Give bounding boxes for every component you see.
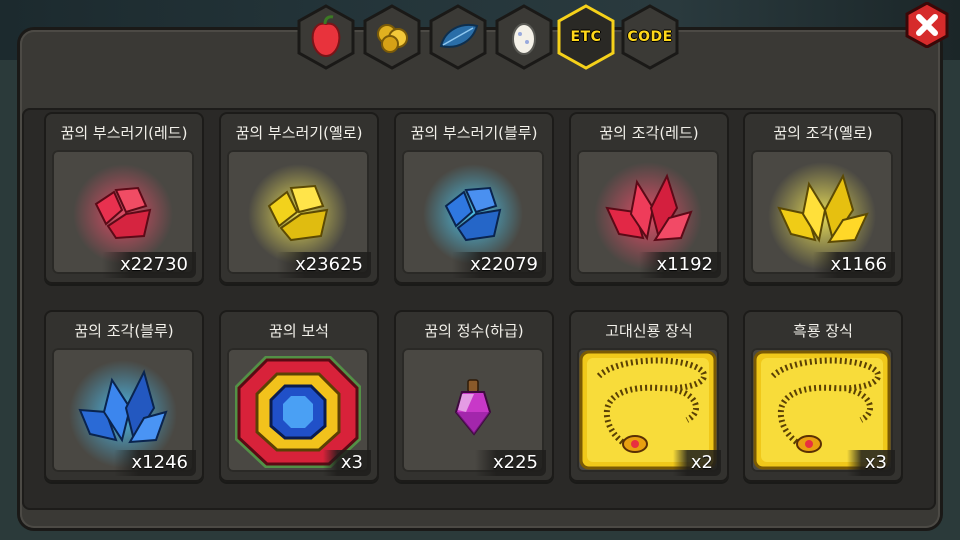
close-icon <box>905 1 949 49</box>
item-count: x22730 <box>102 252 196 278</box>
tab-gold[interactable] <box>361 4 423 70</box>
tab-code-label: CODE <box>627 29 673 45</box>
item-card[interactable]: 꿈의 정수(하급) x225 <box>394 310 554 482</box>
item-count: x225 <box>474 450 546 476</box>
item-card[interactable]: 꿈의 조각(옐로) x1166 <box>743 112 903 284</box>
item-title: 고대신룡 장식 <box>605 322 693 340</box>
tab-feather[interactable] <box>427 4 489 70</box>
item-title: 꿈의 부스러기(옐로) <box>235 124 363 142</box>
item-title: 꿈의 부스러기(레드) <box>60 124 188 142</box>
fruit-icon <box>311 15 341 58</box>
item-count: x22079 <box>452 252 546 278</box>
item-card[interactable]: 꿈의 부스러기(블루) x22079 <box>394 112 554 284</box>
tab-egg[interactable] <box>493 4 555 70</box>
tab-code[interactable]: CODE <box>619 4 681 70</box>
egg-icon <box>512 23 536 55</box>
item-title: 꿈의 부스러기(블루) <box>410 124 538 142</box>
item-card[interactable]: 흑룡 장식 x3 <box>743 310 903 482</box>
item-title: 흑룡 장식 <box>793 322 853 340</box>
item-title: 꿈의 조각(옐로) <box>773 124 873 142</box>
item-card[interactable]: 꿈의 조각(레드) x1192 <box>569 112 729 284</box>
item-count: x23625 <box>277 252 371 278</box>
blue-feather-icon <box>439 24 479 48</box>
item-count: x2 <box>672 450 721 476</box>
gold-coins-icon <box>377 24 408 53</box>
item-count: x3 <box>322 450 371 476</box>
close-button[interactable] <box>904 1 950 49</box>
item-card[interactable]: 꿈의 보석 x3 <box>219 310 379 482</box>
tab-etc-label: ETC <box>570 29 602 45</box>
item-title: 꿈의 조각(레드) <box>599 124 699 142</box>
tab-etc[interactable]: ETC <box>555 4 617 70</box>
item-count: x3 <box>846 450 895 476</box>
item-card[interactable]: 고대신룡 장식 x2 <box>569 310 729 482</box>
tab-fruit[interactable] <box>295 4 357 70</box>
item-card[interactable]: 꿈의 조각(블루) x1246 <box>44 310 204 482</box>
item-title: 꿈의 조각(블루) <box>74 322 174 340</box>
item-card[interactable]: 꿈의 부스러기(레드) x22730 <box>44 112 204 284</box>
item-count: x1192 <box>638 252 721 278</box>
item-title: 꿈의 정수(하급) <box>424 322 524 340</box>
item-count: x1166 <box>812 252 895 278</box>
item-card[interactable]: 꿈의 부스러기(옐로) x23625 <box>219 112 379 284</box>
item-title: 꿈의 보석 <box>269 322 329 340</box>
item-count: x1246 <box>113 450 196 476</box>
